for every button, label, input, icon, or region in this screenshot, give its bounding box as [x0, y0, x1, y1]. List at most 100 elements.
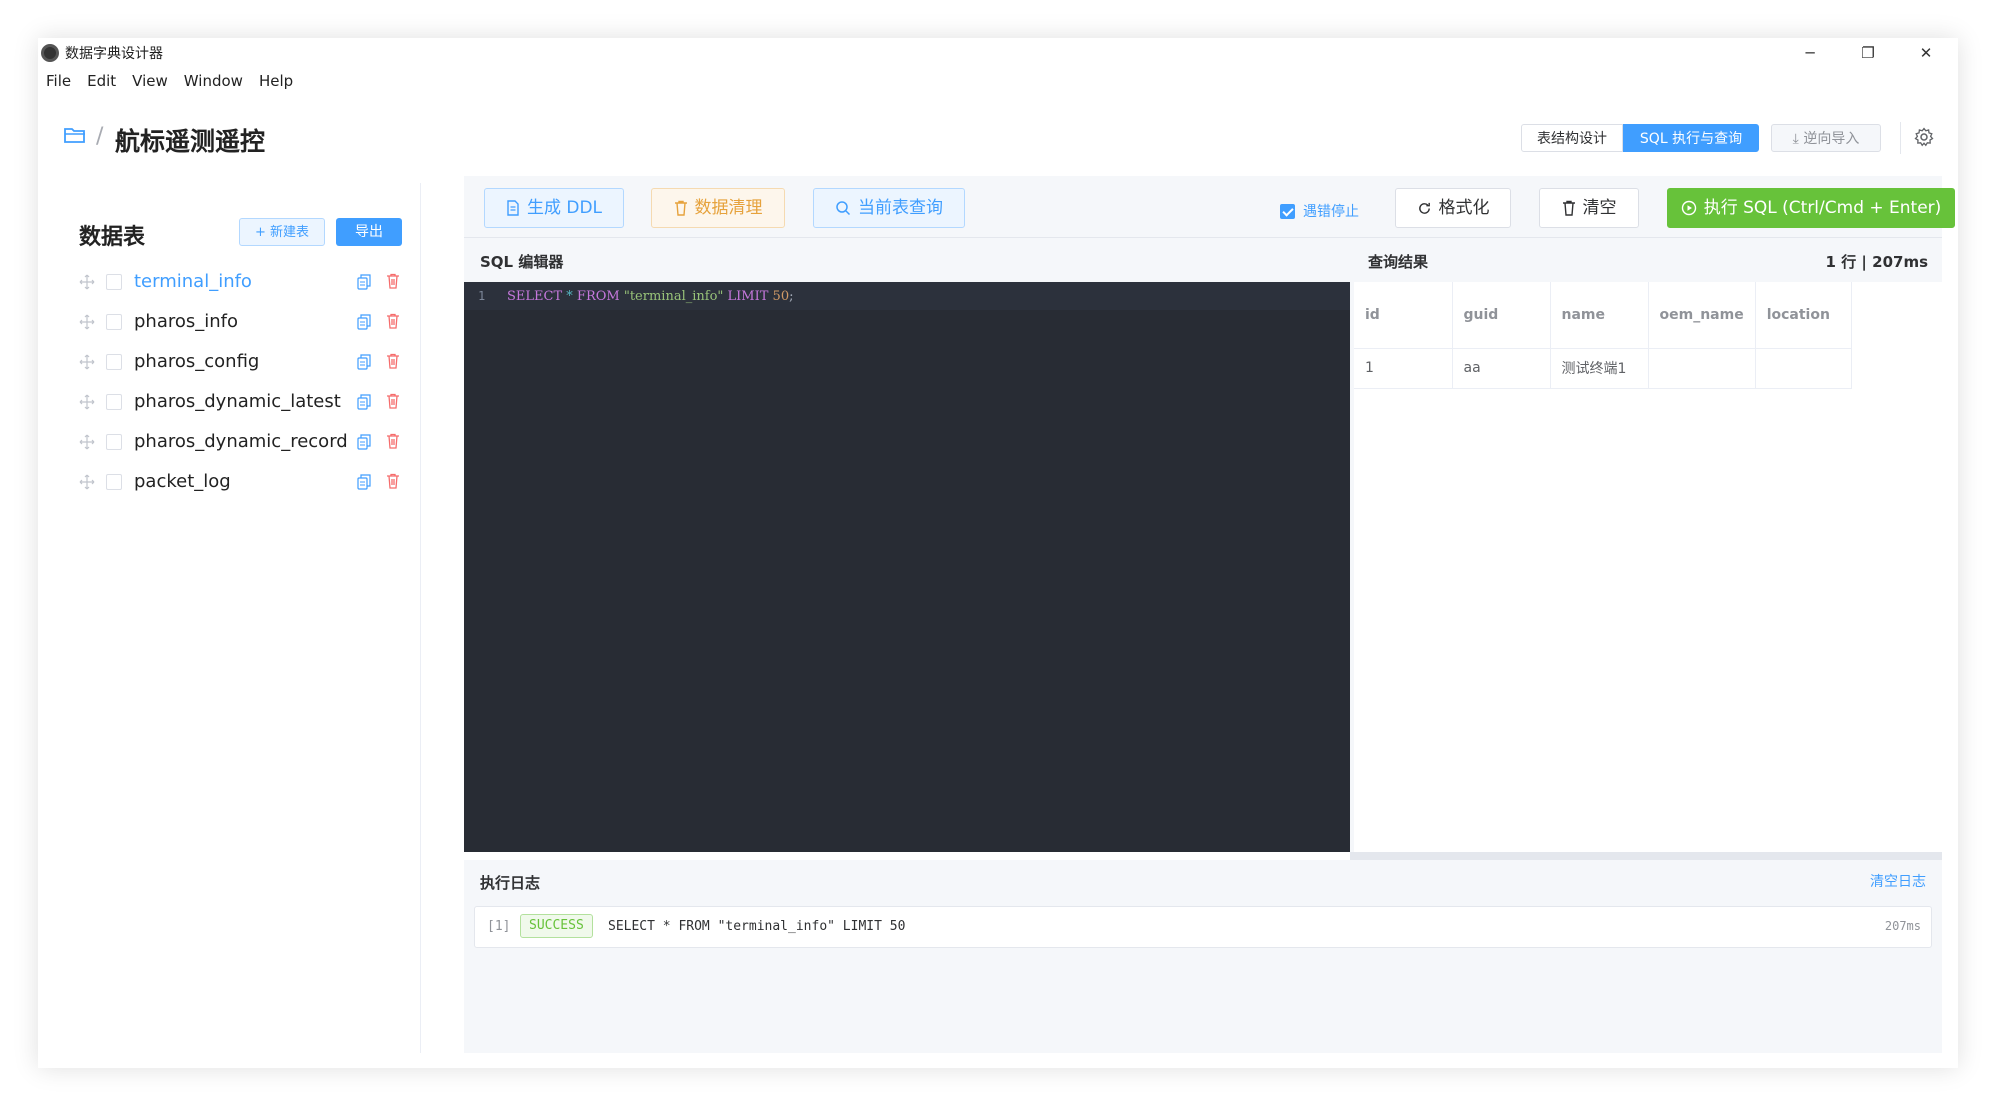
- stop-on-error-checkbox[interactable]: 遇错停止: [1280, 201, 1359, 221]
- download-icon: ⤓: [1792, 131, 1799, 147]
- clear-editor-button[interactable]: 清空: [1539, 188, 1639, 228]
- sidebar-table-item[interactable]: pharos_info: [38, 303, 420, 343]
- copy-icon[interactable]: [357, 434, 371, 454]
- table-name[interactable]: pharos_info: [134, 311, 238, 332]
- menu-help[interactable]: Help: [259, 72, 293, 90]
- delete-icon[interactable]: [386, 433, 400, 453]
- column-header-guid[interactable]: guid: [1452, 282, 1551, 349]
- maximize-button[interactable]: ❐: [1840, 38, 1896, 68]
- cell-oem-name[interactable]: [1648, 348, 1756, 389]
- delete-icon[interactable]: [386, 473, 400, 493]
- results-meta: 1 行 | 207ms: [1825, 253, 1928, 271]
- sql-operator-star: *: [566, 289, 573, 304]
- document-icon: [507, 200, 519, 216]
- app-logo-icon: [41, 44, 59, 62]
- drag-handle-icon[interactable]: [79, 474, 95, 494]
- panel-splitter[interactable]: [1350, 852, 1942, 860]
- sql-editor-title: SQL 编辑器: [480, 253, 564, 271]
- table-name[interactable]: pharos_config: [134, 351, 259, 372]
- sidebar-table-item[interactable]: pharos_dynamic_latest: [38, 383, 420, 423]
- tab-sql-query[interactable]: SQL 执行与查询: [1623, 124, 1759, 152]
- maximize-icon: ❐: [1861, 44, 1875, 62]
- data-clean-label: 数据清理: [694, 198, 763, 218]
- column-header-id[interactable]: id: [1354, 282, 1453, 349]
- sidebar-table-item[interactable]: pharos_config: [38, 343, 420, 383]
- minimize-button[interactable]: ─: [1782, 38, 1838, 68]
- table-select-checkbox[interactable]: [106, 314, 122, 330]
- sql-keyword-limit: LIMIT: [727, 289, 769, 304]
- menu-edit[interactable]: Edit: [87, 72, 116, 90]
- column-header-location[interactable]: location: [1755, 282, 1852, 349]
- table-name[interactable]: pharos_dynamic_record: [134, 431, 348, 452]
- sql-keyword-from: FROM: [576, 289, 620, 304]
- export-button[interactable]: 导出: [336, 218, 402, 246]
- cell-id[interactable]: 1: [1354, 348, 1453, 389]
- table-select-checkbox[interactable]: [106, 474, 122, 490]
- copy-icon[interactable]: [357, 314, 371, 334]
- cell-name[interactable]: 测试终端1: [1550, 348, 1649, 389]
- drag-handle-icon[interactable]: [79, 394, 95, 414]
- copy-icon[interactable]: [357, 354, 371, 374]
- title-bar: 数据字典设计器 ─ ❐ ✕: [38, 38, 1958, 68]
- sql-number: 50: [772, 289, 790, 304]
- drag-handle-icon[interactable]: [79, 434, 95, 454]
- table-row[interactable]: 1 aa 测试终端1: [1354, 348, 1852, 389]
- results-header-row: id guid name oem_name location: [1354, 282, 1852, 349]
- mode-switch: 表结构设计 SQL 执行与查询: [1521, 124, 1759, 152]
- drag-handle-icon[interactable]: [79, 314, 95, 334]
- sidebar-table-item[interactable]: packet_log: [38, 463, 420, 503]
- results-table: id guid name oem_name location 1 aa 测试终端…: [1354, 282, 1852, 389]
- generate-ddl-label: 生成 DDL: [526, 198, 603, 218]
- copy-icon[interactable]: [357, 474, 371, 494]
- delete-icon[interactable]: [386, 313, 400, 333]
- sql-editor[interactable]: 1 SELECT * FROM "terminal_info" LIMIT 50…: [464, 282, 1350, 852]
- menu-window[interactable]: Window: [184, 72, 243, 90]
- table-name[interactable]: packet_log: [134, 471, 231, 492]
- table-name[interactable]: pharos_dynamic_latest: [134, 391, 341, 412]
- data-clean-button[interactable]: 数据清理: [651, 188, 785, 228]
- reverse-import-button[interactable]: ⤓ 逆向导入: [1771, 124, 1881, 152]
- copy-icon[interactable]: [357, 274, 371, 294]
- new-table-button[interactable]: + 新建表: [239, 218, 325, 246]
- query-current-table-button[interactable]: 当前表查询: [813, 188, 965, 228]
- table-select-checkbox[interactable]: [106, 394, 122, 410]
- active-line: 1 SELECT * FROM "terminal_info" LIMIT 50…: [464, 282, 1350, 310]
- play-circle-icon: [1681, 200, 1696, 216]
- sql-code-line[interactable]: SELECT * FROM "terminal_info" LIMIT 50;: [507, 289, 793, 304]
- column-header-name[interactable]: name: [1550, 282, 1649, 349]
- delete-icon[interactable]: [386, 353, 400, 373]
- clear-log-link[interactable]: 清空日志: [1870, 871, 1926, 891]
- tab-schema-design[interactable]: 表结构设计: [1521, 124, 1623, 152]
- format-label: 格式化: [1438, 198, 1490, 218]
- sidebar-table-item[interactable]: pharos_dynamic_record: [38, 423, 420, 463]
- delete-icon[interactable]: [386, 273, 400, 293]
- table-select-checkbox[interactable]: [106, 354, 122, 370]
- format-button[interactable]: 格式化: [1395, 188, 1511, 228]
- cell-location[interactable]: [1755, 348, 1852, 389]
- gear-icon[interactable]: [1914, 127, 1934, 151]
- menu-view[interactable]: View: [132, 72, 168, 90]
- sql-semicolon: ;: [789, 289, 794, 304]
- log-entry: [1] SUCCESS SELECT * FROM "terminal_info…: [474, 906, 1932, 948]
- drag-handle-icon[interactable]: [79, 274, 95, 294]
- table-name[interactable]: terminal_info: [134, 271, 252, 292]
- clear-editor-label: 清空: [1582, 198, 1617, 218]
- table-select-checkbox[interactable]: [106, 274, 122, 290]
- delete-icon[interactable]: [386, 393, 400, 413]
- stop-on-error-label: 遇错停止: [1303, 204, 1359, 220]
- execute-sql-button[interactable]: 执行 SQL (Ctrl/Cmd + Enter): [1667, 188, 1955, 228]
- folder-icon[interactable]: [64, 126, 86, 148]
- menu-file[interactable]: File: [46, 72, 71, 90]
- window-title: 数据字典设计器: [65, 46, 163, 62]
- table-select-checkbox[interactable]: [106, 434, 122, 450]
- generate-ddl-button[interactable]: 生成 DDL: [484, 188, 624, 228]
- close-button[interactable]: ✕: [1898, 38, 1954, 68]
- drag-handle-icon[interactable]: [79, 354, 95, 374]
- copy-icon[interactable]: [357, 394, 371, 414]
- sidebar-table-item[interactable]: terminal_info: [38, 263, 420, 303]
- column-header-oem-name[interactable]: oem_name: [1648, 282, 1756, 349]
- sql-editor-header: SQL 编辑器: [464, 238, 1350, 282]
- table-list: terminal_info pharos_info pharos_configpha…: [38, 263, 420, 503]
- cell-guid[interactable]: aa: [1452, 348, 1551, 389]
- results-header: 查询结果 1 行 | 207ms: [1350, 238, 1942, 282]
